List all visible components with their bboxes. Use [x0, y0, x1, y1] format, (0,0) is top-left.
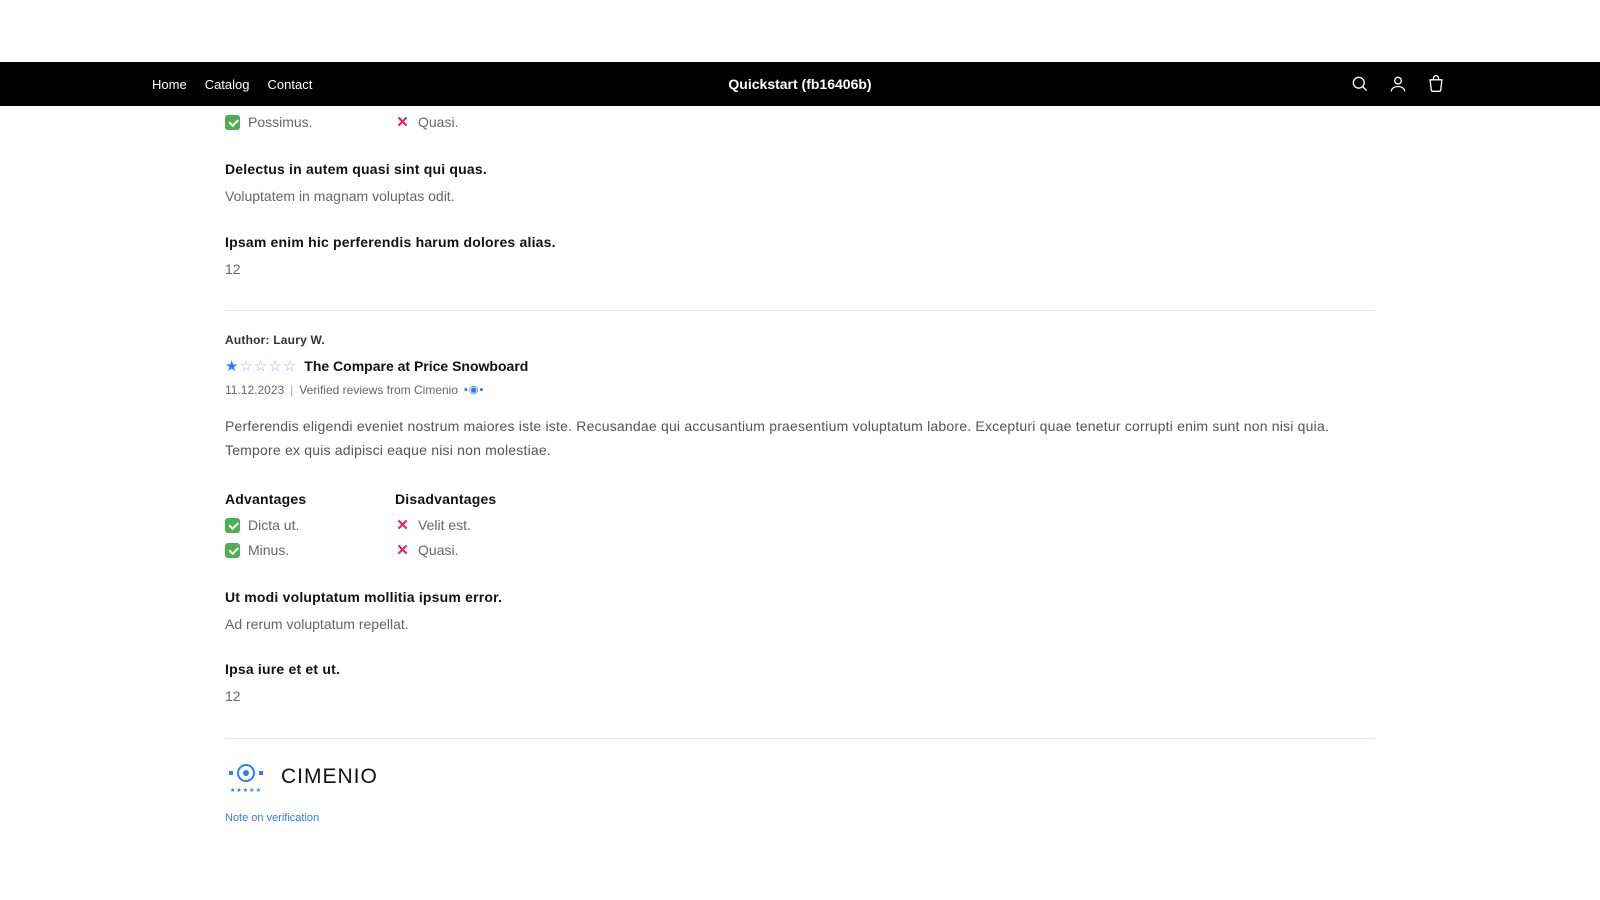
author-name: Laury W. [273, 333, 325, 347]
star-empty-icon: ☆ [239, 357, 252, 375]
review-divider [225, 738, 1375, 739]
dis-col: ✕ Quasi. [395, 110, 505, 135]
account-icon[interactable] [1386, 72, 1410, 96]
advantage-text: Minus. [248, 538, 289, 563]
meta-separator: | [290, 383, 293, 397]
review-answer: Voluptatem in magnam voluptas odit. [225, 185, 1375, 207]
disadvantage-text: Velit est. [418, 513, 471, 538]
adv-dis-block: Advantages Dicta ut. Minus. Disadvantage… [225, 491, 1375, 563]
top-nav: Home Catalog Contact Quickstart (fb16406… [0, 62, 1600, 106]
review-meta: 11.12.2023 | Verified reviews from Cimen… [225, 383, 1375, 397]
review-answer: 12 [225, 685, 1375, 707]
review-date: 11.12.2023 [225, 383, 284, 397]
product-title: The Compare at Price Snowboard [304, 358, 528, 374]
advantage-text: Possimus. [248, 110, 313, 135]
review-body-text: Perferendis eligendi eveniet nostrum mai… [225, 415, 1375, 463]
author-line: Author: Laury W. [225, 333, 1375, 347]
x-icon: ✕ [395, 543, 410, 558]
advantages-col: Advantages Dicta ut. Minus. [225, 491, 335, 563]
star-empty-icon: ☆ [268, 357, 281, 375]
advantage-item: Dicta ut. [225, 513, 335, 538]
disadvantage-text: Quasi. [418, 110, 458, 135]
disadvantages-col: Disadvantages ✕ Velit est. ✕ Quasi. [395, 491, 505, 563]
check-icon [225, 518, 240, 533]
x-icon: ✕ [395, 518, 410, 533]
adv-col: Possimus. [225, 110, 335, 135]
check-icon [225, 115, 240, 130]
review-question: Ipsam enim hic perferendis harum dolores… [225, 234, 1375, 250]
star-empty-icon: ☆ [254, 357, 267, 375]
verified-text: Verified reviews from Cimenio [299, 383, 458, 397]
review-answer: 12 [225, 258, 1375, 280]
star-rating: ★ ☆ ☆ ☆ ☆ [225, 357, 296, 375]
disadvantages-heading: Disadvantages [395, 491, 505, 507]
star-filled-icon: ★ [225, 357, 238, 375]
check-icon [225, 543, 240, 558]
review-question: Ipsa iure et et ut. [225, 661, 1375, 677]
disadvantage-item: ✕ Quasi. [395, 538, 505, 563]
star-empty-icon: ☆ [283, 357, 296, 375]
site-title: Quickstart (fb16406b) [728, 76, 871, 92]
note-on-verification-link[interactable]: Note on verification [225, 812, 319, 824]
cimenio-badge-icon: ★★★★★ [225, 761, 267, 794]
x-icon: ✕ [395, 115, 410, 130]
advantage-item: Possimus. [225, 110, 335, 135]
advantage-item: Minus. [225, 538, 335, 563]
nav-home[interactable]: Home [152, 77, 187, 92]
author-label: Author: [225, 333, 273, 347]
nav-icons [1348, 72, 1448, 96]
disadvantage-text: Quasi. [418, 538, 458, 563]
top-spacer [0, 0, 1600, 62]
review-title-row: ★ ☆ ☆ ☆ ☆ The Compare at Price Snowboard [225, 357, 1375, 375]
review-answer: Ad rerum voluptatum repellat. [225, 613, 1375, 635]
search-icon[interactable] [1348, 72, 1372, 96]
nav-contact[interactable]: Contact [268, 77, 313, 92]
cart-icon[interactable] [1424, 72, 1448, 96]
review-divider [225, 310, 1375, 311]
cimenio-logo: ★★★★★ CIMENIO [225, 761, 1375, 794]
verified-badge-icon: ▪◉▪ [464, 383, 484, 396]
advantage-text: Dicta ut. [248, 513, 299, 538]
nav-catalog[interactable]: Catalog [205, 77, 250, 92]
cimenio-brand-text: CIMENIO [281, 765, 378, 789]
disadvantage-item: ✕ Quasi. [395, 110, 505, 135]
badge-stars-icon: ★★★★★ [230, 787, 262, 794]
review-question: Delectus in autem quasi sint qui quas. [225, 161, 1375, 177]
review-question: Ut modi voluptatum mollitia ipsum error. [225, 589, 1375, 605]
disadvantage-item: ✕ Velit est. [395, 513, 505, 538]
prev-review-adv-dis: Possimus. ✕ Quasi. [225, 110, 1375, 135]
content-area: Possimus. ✕ Quasi. Delectus in autem qua… [225, 110, 1375, 864]
advantages-heading: Advantages [225, 491, 335, 507]
nav-links: Home Catalog Contact [152, 77, 312, 92]
